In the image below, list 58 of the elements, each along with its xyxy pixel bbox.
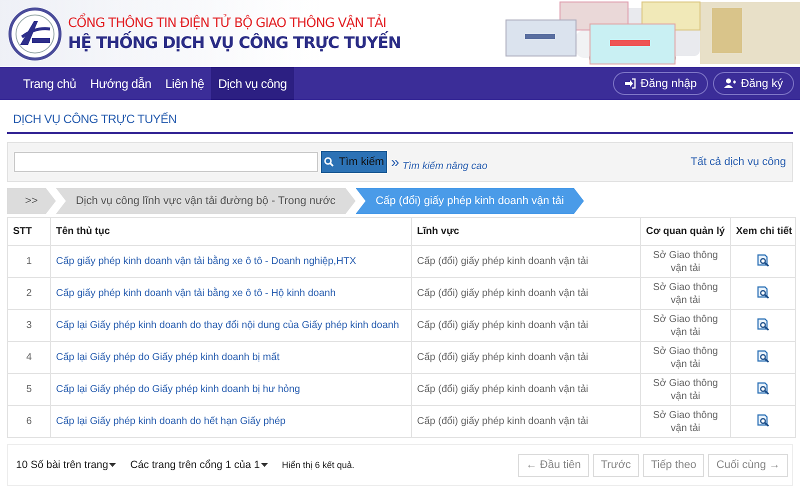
nav-tab[interactable]: Dịch vụ công — [211, 67, 294, 100]
table-cell: 5 — [8, 374, 50, 406]
nav-tab[interactable]: Trang chủ — [16, 67, 84, 100]
caret-icon — [109, 463, 116, 467]
table-cell: Cấp (đổi) giấy phép kinh doanh vận tải — [412, 342, 640, 374]
nav-tab[interactable]: Hướng dẫn — [83, 67, 158, 100]
portal-subtitle: CỔNG THÔNG TIN ĐIỆN TỬ BỘ GIAO THÔNG VẬN TẢI — [68, 16, 401, 30]
chevron-mark: » — [391, 154, 400, 170]
add-user-icon — [724, 78, 736, 89]
table-cell: Sở Giao thông vận tải — [640, 310, 730, 342]
breadcrumb-item[interactable]: Dịch vụ công lĩnh vực vận tải đường bộ - Trong nước — [56, 188, 356, 214]
page-size-dropdown[interactable]: 10 Số bài trên trang — [16, 459, 116, 471]
pager-button[interactable]: Trước — [592, 454, 639, 476]
table-cell: Sở Giao thông vận tải — [640, 374, 730, 406]
view-details-icon[interactable] — [756, 286, 770, 298]
search-button[interactable]: Tìm kiếm — [321, 151, 387, 173]
view-details-icon[interactable] — [756, 254, 770, 266]
table-cell: Cấp (đổi) giấy phép kinh doanh vận tải — [412, 310, 640, 342]
table-cell: 3 — [8, 310, 50, 342]
view-details-icon[interactable] — [756, 414, 770, 426]
pager-button[interactable]: Tiếp theo — [642, 454, 704, 476]
search-icon — [324, 157, 334, 167]
table-cell: 1 — [8, 246, 50, 278]
table-cell: 4 — [8, 342, 50, 374]
pager-button[interactable]: Cuối cùng → — [708, 454, 788, 476]
logo-icon — [8, 6, 62, 60]
table-cell: Sở Giao thông vận tải — [640, 246, 730, 278]
table-cell: 2 — [8, 278, 50, 310]
caret-icon — [260, 463, 268, 467]
table-cell: Sở Giao thông vận tải — [640, 406, 730, 438]
login-button[interactable]: Đăng nhập — [612, 72, 708, 95]
column-header: STT — [8, 218, 50, 246]
table-cell: Sở Giao thông vận tải — [640, 342, 730, 374]
section-title: DỊCH VỤ CÔNG TRỰC TUYẾN — [7, 100, 793, 134]
view-details-icon[interactable] — [756, 350, 770, 362]
advanced-search-link[interactable]: Tìm kiếm nâng cao — [402, 160, 488, 172]
table-cell: Cấp (đổi) giấy phép kinh doanh vận tải — [412, 246, 640, 278]
column-header: Tên thủ tục — [50, 218, 412, 246]
sign-in-icon — [624, 78, 636, 89]
register-button[interactable]: Đăng ký — [712, 72, 794, 95]
pager-button[interactable]: ← Đầu tiên — [518, 454, 589, 476]
all-services-link[interactable]: Tất cả dịch vụ công — [690, 156, 786, 168]
column-header: Lĩnh vực — [412, 218, 640, 246]
site-title: HỆ THỐNG DỊCH VỤ CÔNG TRỰC TUYẾN — [68, 32, 401, 52]
table-cell: 6 — [8, 406, 50, 438]
table-cell: Sở Giao thông vận tải — [640, 278, 730, 310]
results-summary: Hiển thị 6 kết quả. — [282, 460, 354, 470]
view-details-icon[interactable] — [756, 382, 770, 394]
table-cell: Cấp (đổi) giấy phép kinh doanh vận tải — [412, 406, 640, 438]
view-details-icon[interactable] — [756, 318, 770, 330]
table-cell: Cấp (đổi) giấy phép kinh doanh vận tải — [412, 374, 640, 406]
page-select-dropdown[interactable]: Các trang trên cổng 1 của 1 — [130, 459, 268, 471]
column-header: Xem chi tiết — [730, 218, 796, 246]
column-header: Cơ quan quản lý — [640, 218, 730, 246]
search-field[interactable] — [14, 152, 318, 172]
breadcrumb-item[interactable]: >> — [7, 188, 56, 214]
table-cell: Cấp (đổi) giấy phép kinh doanh vận tải — [412, 278, 640, 310]
nav-tab[interactable]: Liên hệ — [158, 67, 212, 100]
